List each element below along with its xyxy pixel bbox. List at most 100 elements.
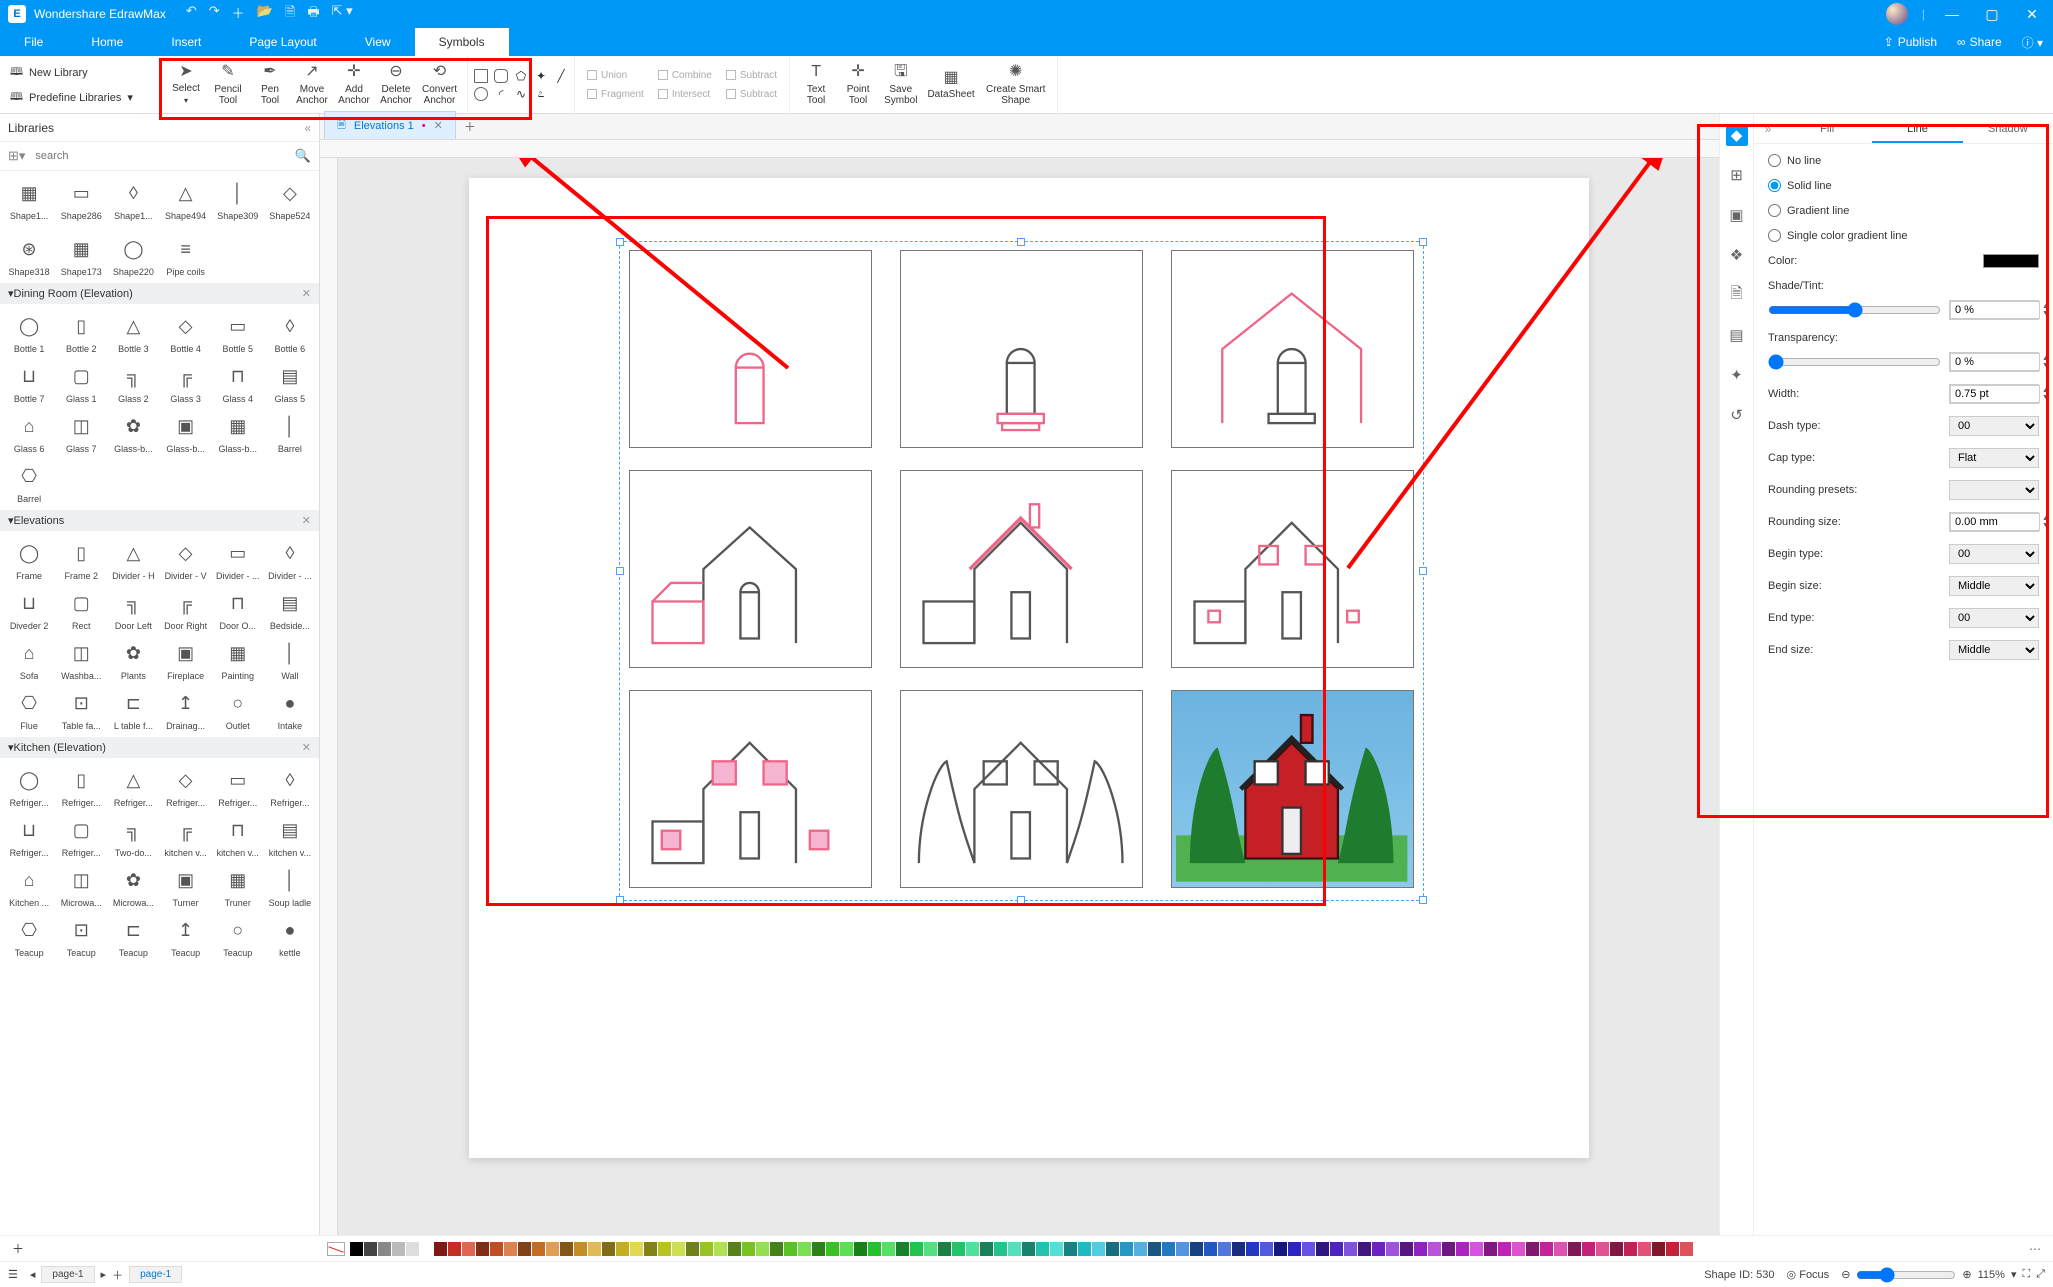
color-swatch[interactable] [840, 1242, 853, 1256]
library-item[interactable]: ◊Refriger... [265, 762, 315, 810]
library-item[interactable]: ⊓kitchen v... [213, 812, 263, 860]
color-swatch[interactable] [1540, 1242, 1553, 1256]
color-swatch[interactable] [1022, 1242, 1035, 1256]
close-section-icon[interactable]: ✕ [302, 741, 311, 754]
library-item[interactable]: ╔Glass 3 [161, 358, 211, 406]
color-swatch[interactable] [1078, 1242, 1091, 1256]
color-swatch[interactable] [1610, 1242, 1623, 1256]
scribble-shape-icon[interactable]: ೭ [534, 87, 548, 101]
share-button[interactable]: ∞Share [1947, 35, 2012, 49]
color-swatch[interactable] [1624, 1242, 1637, 1256]
library-item[interactable]: ✿Glass-b... [108, 408, 158, 456]
color-swatch[interactable] [910, 1242, 923, 1256]
color-swatch[interactable] [546, 1242, 559, 1256]
page-icon[interactable]: 🗎 [1726, 284, 1748, 306]
library-item[interactable]: ⊏Teacup [108, 912, 158, 960]
end-type-select[interactable]: 00 [1949, 608, 2039, 628]
library-item[interactable]: ⎔Teacup [4, 912, 54, 960]
color-swatch[interactable] [434, 1242, 447, 1256]
color-swatch[interactable] [1050, 1242, 1063, 1256]
themes-icon[interactable]: ▤ [1726, 324, 1748, 346]
color-swatch[interactable] [1274, 1242, 1287, 1256]
library-item[interactable]: ╔Door Right [161, 585, 211, 633]
intersect-button[interactable]: Intersect [652, 87, 718, 102]
tab-fill[interactable]: Fill [1782, 114, 1872, 143]
color-swatch[interactable] [1983, 254, 2039, 268]
color-swatch[interactable] [980, 1242, 993, 1256]
library-item[interactable]: ●kettle [265, 912, 315, 960]
color-swatch[interactable] [812, 1242, 825, 1256]
library-item[interactable]: ▣Fireplace [161, 635, 211, 683]
library-item[interactable]: │Barrel [265, 408, 315, 456]
color-swatch[interactable] [448, 1242, 461, 1256]
color-swatch[interactable] [504, 1242, 517, 1256]
close-section-icon[interactable]: ✕ [302, 514, 311, 527]
library-item[interactable]: ◇Shape524 [265, 175, 315, 223]
color-swatch[interactable] [1526, 1242, 1539, 1256]
publish-button[interactable]: ⇪Publish [1874, 35, 1947, 49]
color-swatch[interactable] [420, 1242, 433, 1256]
color-swatch[interactable] [1260, 1242, 1273, 1256]
library-item[interactable]: ◇Bottle 4 [161, 308, 211, 356]
color-swatch[interactable] [1470, 1242, 1483, 1256]
color-swatch[interactable] [1092, 1242, 1105, 1256]
library-item[interactable]: ╔kitchen v... [161, 812, 211, 860]
subtract2-button[interactable]: Subtract [720, 87, 783, 102]
color-swatch[interactable] [1428, 1242, 1441, 1256]
rounding-presets-select[interactable] [1949, 480, 2039, 500]
polygon-shape-icon[interactable]: ⬠ [514, 69, 528, 83]
fullscreen-icon[interactable]: ⤢ [2036, 1268, 2045, 1281]
color-swatch[interactable] [1064, 1242, 1077, 1256]
library-item[interactable]: │Soup ladle [265, 862, 315, 910]
color-swatch[interactable] [518, 1242, 531, 1256]
color-swatch[interactable] [994, 1242, 1007, 1256]
color-swatch[interactable] [1512, 1242, 1525, 1256]
menu-view[interactable]: View [341, 28, 415, 56]
color-swatch[interactable] [882, 1242, 895, 1256]
library-item[interactable]: ↥Drainag... [161, 685, 211, 733]
color-swatch[interactable] [868, 1242, 881, 1256]
colorbar-more-icon[interactable]: ⋯ [2023, 1242, 2047, 1256]
color-swatch[interactable] [602, 1242, 615, 1256]
color-swatch[interactable] [1484, 1242, 1497, 1256]
layers-icon[interactable]: ❖ [1726, 244, 1748, 266]
color-swatch[interactable] [378, 1242, 391, 1256]
color-swatch[interactable] [1218, 1242, 1231, 1256]
color-swatch[interactable] [1008, 1242, 1021, 1256]
color-swatch[interactable] [1134, 1242, 1147, 1256]
color-swatch[interactable] [686, 1242, 699, 1256]
library-item[interactable]: ◯Refriger... [4, 762, 54, 810]
color-swatch[interactable] [826, 1242, 839, 1256]
rounding-size-value[interactable]: ▲▼ [1949, 512, 2039, 532]
color-swatch[interactable] [1316, 1242, 1329, 1256]
color-swatch[interactable] [1246, 1242, 1259, 1256]
page-tab-2[interactable]: page-1 [129, 1266, 182, 1283]
color-swatch[interactable] [364, 1242, 377, 1256]
collapse-props-icon[interactable]: » [1754, 114, 1782, 143]
new-library-button[interactable]: 🕮New Library [10, 63, 160, 82]
library-item[interactable]: ╗Glass 2 [108, 358, 158, 406]
color-swatch[interactable] [1400, 1242, 1413, 1256]
close-section-icon[interactable]: ✕ [302, 287, 311, 300]
tab-line[interactable]: Line [1872, 114, 1962, 143]
shade-value[interactable]: ▲▼ [1949, 300, 2039, 320]
color-swatch[interactable] [406, 1242, 419, 1256]
menu-symbols[interactable]: Symbols [415, 28, 509, 56]
add-anchor-tool[interactable]: ✛Add Anchor [334, 59, 374, 111]
library-item[interactable]: ▯Bottle 2 [56, 308, 106, 356]
library-item[interactable]: ◇Divider - V [161, 535, 211, 583]
library-item[interactable]: ◯Frame [4, 535, 54, 583]
minimize-button[interactable]: — [1939, 6, 1965, 22]
library-item[interactable]: ▢Rect [56, 585, 106, 633]
user-avatar[interactable] [1886, 3, 1908, 25]
prev-page-icon[interactable]: ◂ [30, 1268, 36, 1281]
image-icon[interactable]: ▣ [1726, 204, 1748, 226]
library-item[interactable]: ⊔Bottle 7 [4, 358, 54, 406]
library-item[interactable]: ▤Bedside... [265, 585, 315, 633]
house-step-1[interactable] [629, 250, 872, 448]
focus-toggle[interactable]: ◎ Focus [1787, 1268, 1830, 1281]
transparency-value[interactable]: ▲▼ [1949, 352, 2039, 372]
add-page-button[interactable]: ＋ [112, 1267, 123, 1283]
library-item[interactable]: ▣Turner [161, 862, 211, 910]
rect-shape-icon[interactable] [474, 69, 488, 83]
